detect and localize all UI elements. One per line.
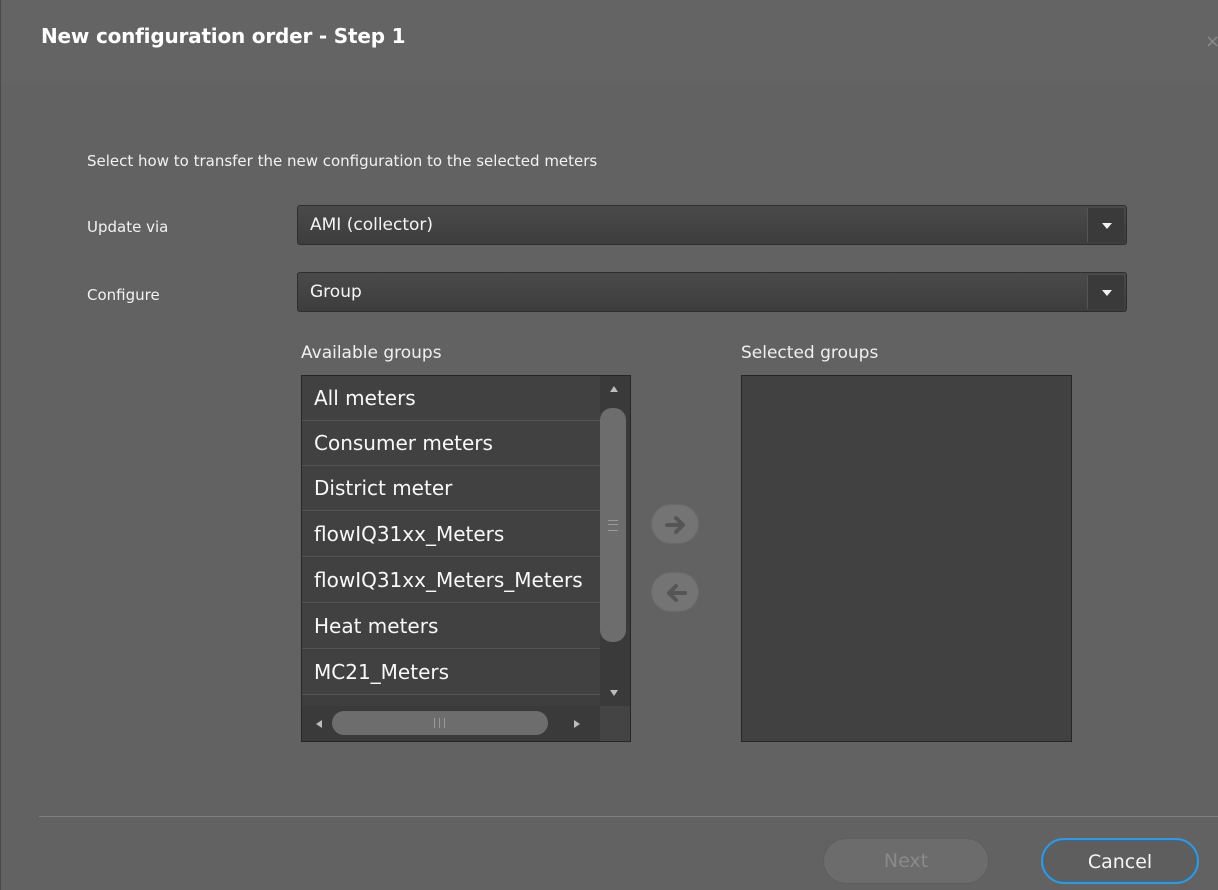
remove-group-button[interactable]: [651, 572, 699, 612]
arrow-right-icon: [665, 516, 685, 534]
next-button[interactable]: Next: [823, 838, 989, 884]
dialog-title: New configuration order - Step 1: [41, 24, 406, 48]
chevron-down-icon[interactable]: [1087, 275, 1124, 309]
arrow-left-icon: [667, 584, 687, 602]
selected-groups-list[interactable]: [741, 375, 1072, 742]
list-item[interactable]: flowIQ31xx_Meters: [302, 512, 600, 557]
list-item[interactable]: MC21_Meters: [302, 650, 600, 695]
list-item[interactable]: District meter: [302, 466, 600, 511]
instruction-text: Select how to transfer the new configura…: [87, 152, 598, 170]
scrollbar-corner: [600, 706, 630, 741]
list-item[interactable]: flowIQ31xx_Meters_Meters: [302, 558, 600, 603]
scroll-left-icon[interactable]: [316, 720, 322, 728]
grip-icon: [434, 718, 445, 728]
cancel-button[interactable]: Cancel: [1041, 838, 1199, 884]
vertical-scroll-thumb[interactable]: [600, 408, 626, 642]
update-via-label: Update via: [87, 218, 169, 236]
horizontal-scrollbar[interactable]: [302, 706, 600, 741]
scroll-up-icon[interactable]: [610, 386, 618, 392]
chevron-down-icon[interactable]: [1087, 208, 1124, 242]
horizontal-scroll-thumb[interactable]: [332, 711, 548, 735]
add-group-button[interactable]: [651, 504, 699, 544]
list-item[interactable]: Heat meters: [302, 604, 600, 649]
new-configuration-dialog: New configuration order - Step 1 × Selec…: [0, 0, 1218, 890]
configure-value: Group: [310, 282, 362, 302]
list-item[interactable]: All meters: [302, 376, 600, 421]
available-groups-label: Available groups: [301, 343, 442, 363]
footer-divider: [39, 816, 1218, 817]
configure-dropdown[interactable]: Group: [297, 272, 1127, 312]
available-groups-list[interactable]: All meters Consumer meters District mete…: [301, 375, 631, 742]
grip-icon: [608, 520, 618, 531]
update-via-dropdown[interactable]: AMI (collector): [297, 205, 1127, 245]
configure-label: Configure: [87, 286, 160, 304]
scroll-down-icon[interactable]: [610, 690, 618, 696]
list-item[interactable]: Consumer meters: [302, 421, 600, 466]
dialog-titlebar: New configuration order - Step 1 ×: [1, 0, 1218, 84]
selected-groups-label: Selected groups: [741, 343, 879, 363]
vertical-scrollbar[interactable]: [600, 376, 630, 706]
scroll-right-icon[interactable]: [574, 720, 580, 728]
close-icon[interactable]: ×: [1205, 30, 1218, 54]
update-via-value: AMI (collector): [310, 215, 434, 235]
